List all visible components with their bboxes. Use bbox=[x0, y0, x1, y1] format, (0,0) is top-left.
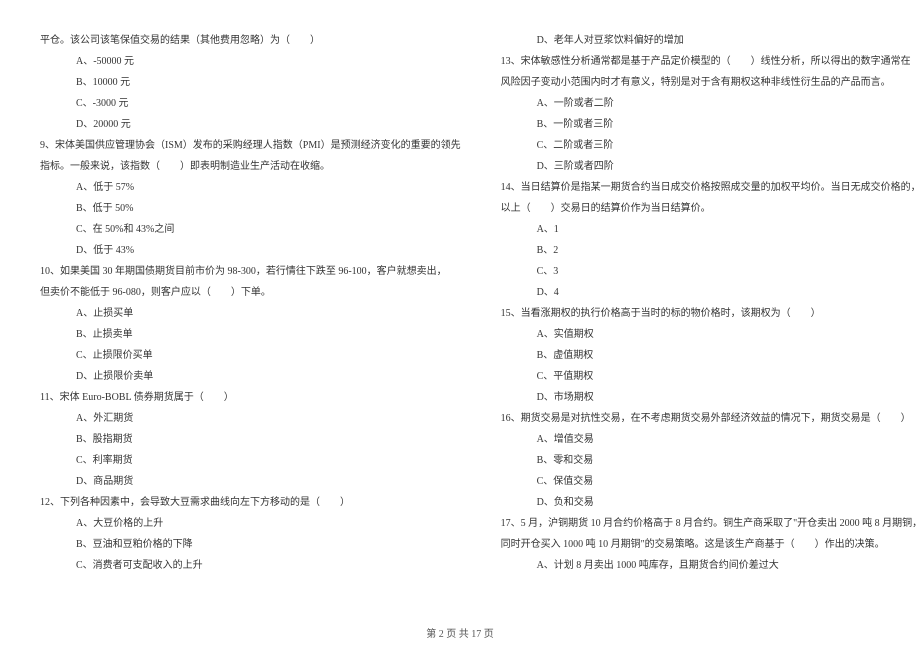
question-line: 9、宋体美国供应管理协会（ISM）发布的采购经理人指数（PMI）是预测经济变化的… bbox=[40, 135, 461, 156]
answer-option: D、老年人对豆浆饮料偏好的增加 bbox=[501, 30, 920, 51]
answer-option: D、4 bbox=[501, 282, 920, 303]
answer-option: A、-50000 元 bbox=[40, 51, 461, 72]
right-column: D、老年人对豆浆饮料偏好的增加13、宋体敏感性分析通常都是基于产品定价模型的（ … bbox=[501, 30, 920, 620]
answer-option: D、负和交易 bbox=[501, 492, 920, 513]
answer-option: A、低于 57% bbox=[40, 177, 461, 198]
question-line: 10、如果美国 30 年期国债期货目前市价为 98-300，若行情往下跌至 96… bbox=[40, 261, 461, 282]
answer-option: B、10000 元 bbox=[40, 72, 461, 93]
answer-option: B、2 bbox=[501, 240, 920, 261]
question-line: 平仓。该公司该笔保值交易的结果（其他费用忽略）为（ ） bbox=[40, 30, 461, 51]
answer-option: C、消费者可支配收入的上升 bbox=[40, 555, 461, 576]
answer-option: B、止损卖单 bbox=[40, 324, 461, 345]
answer-option: C、二阶或者三阶 bbox=[501, 135, 920, 156]
left-column: 平仓。该公司该笔保值交易的结果（其他费用忽略）为（ ）A、-50000 元B、1… bbox=[40, 30, 461, 620]
question-line: 14、当日结算价是指某一期货合约当日成交价格按照成交量的加权平均价。当日无成交价… bbox=[501, 177, 920, 198]
answer-option: A、止损买单 bbox=[40, 303, 461, 324]
answer-option: B、低于 50% bbox=[40, 198, 461, 219]
question-line: 同时开仓买入 1000 吨 10 月期铜"的交易策略。这是该生产商基于（ ）作出… bbox=[501, 534, 920, 555]
answer-option: A、大豆价格的上升 bbox=[40, 513, 461, 534]
answer-option: B、豆油和豆粕价格的下降 bbox=[40, 534, 461, 555]
page-footer: 第 2 页 共 17 页 bbox=[0, 625, 920, 640]
answer-option: B、零和交易 bbox=[501, 450, 920, 471]
question-line: 16、期货交易是对抗性交易，在不考虑期货交易外部经济效益的情况下，期货交易是（ … bbox=[501, 408, 920, 429]
answer-option: B、虚值期权 bbox=[501, 345, 920, 366]
answer-option: D、三阶或者四阶 bbox=[501, 156, 920, 177]
answer-option: A、计划 8 月卖出 1000 吨库存，且期货合约间价差过大 bbox=[501, 555, 920, 576]
answer-option: B、股指期货 bbox=[40, 429, 461, 450]
answer-option: C、保值交易 bbox=[501, 471, 920, 492]
answer-option: C、在 50%和 43%之间 bbox=[40, 219, 461, 240]
answer-option: C、止损限价买单 bbox=[40, 345, 461, 366]
answer-option: D、商品期货 bbox=[40, 471, 461, 492]
answer-option: B、一阶或者三阶 bbox=[501, 114, 920, 135]
answer-option: D、20000 元 bbox=[40, 114, 461, 135]
answer-option: A、增值交易 bbox=[501, 429, 920, 450]
page-columns: 平仓。该公司该笔保值交易的结果（其他费用忽略）为（ ）A、-50000 元B、1… bbox=[40, 30, 880, 620]
answer-option: A、1 bbox=[501, 219, 920, 240]
answer-option: D、低于 43% bbox=[40, 240, 461, 261]
question-line: 17、5 月，沪铜期货 10 月合约价格高于 8 月合约。铜生产商采取了"开仓卖… bbox=[501, 513, 920, 534]
answer-option: A、实值期权 bbox=[501, 324, 920, 345]
question-line: 指标。一般来说，该指数（ ）即表明制造业生产活动在收缩。 bbox=[40, 156, 461, 177]
question-line: 15、当看涨期权的执行价格高于当时的标的物价格时，该期权为（ ） bbox=[501, 303, 920, 324]
question-line: 11、宋体 Euro-BOBL 债券期货属于（ ） bbox=[40, 387, 461, 408]
answer-option: D、止损限价卖单 bbox=[40, 366, 461, 387]
answer-option: C、利率期货 bbox=[40, 450, 461, 471]
answer-option: A、一阶或者二阶 bbox=[501, 93, 920, 114]
answer-option: C、3 bbox=[501, 261, 920, 282]
question-line: 以上（ ）交易日的结算价作为当日结算价。 bbox=[501, 198, 920, 219]
question-line: 12、下列各种因素中，会导致大豆需求曲线向左下方移动的是（ ） bbox=[40, 492, 461, 513]
question-line: 风险因子变动小范围内时才有意义，特别是对于含有期权这种非线性衍生品的产品而言。 bbox=[501, 72, 920, 93]
answer-option: C、-3000 元 bbox=[40, 93, 461, 114]
answer-option: D、市场期权 bbox=[501, 387, 920, 408]
question-line: 但卖价不能低于 96-080，则客户应以（ ）下单。 bbox=[40, 282, 461, 303]
answer-option: A、外汇期货 bbox=[40, 408, 461, 429]
answer-option: C、平值期权 bbox=[501, 366, 920, 387]
question-line: 13、宋体敏感性分析通常都是基于产品定价模型的（ ）线性分析，所以得出的数字通常… bbox=[501, 51, 920, 72]
